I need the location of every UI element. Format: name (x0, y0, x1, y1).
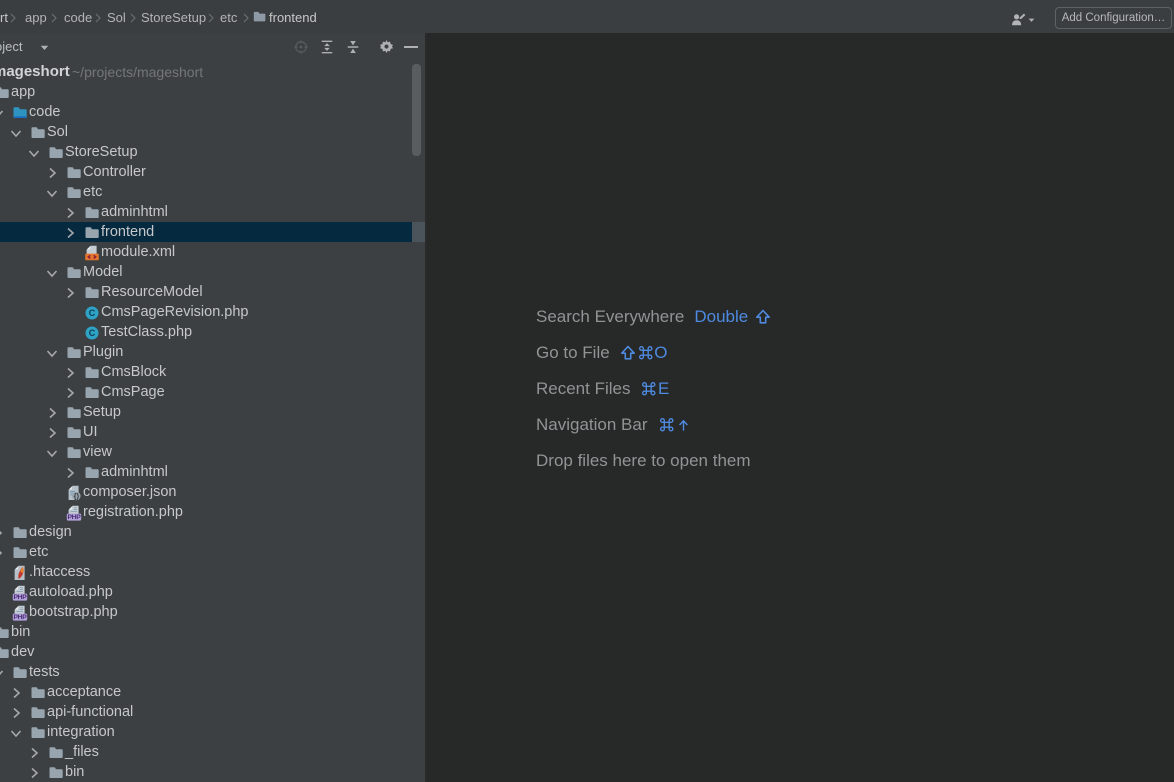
svg-text:PHP: PHP (67, 514, 81, 521)
svg-text:{): {) (74, 492, 80, 501)
svg-text:C: C (89, 328, 96, 338)
svg-text:PHP: PHP (13, 614, 27, 621)
svg-text:PHP: PHP (13, 594, 27, 601)
svg-text:C: C (89, 308, 96, 318)
